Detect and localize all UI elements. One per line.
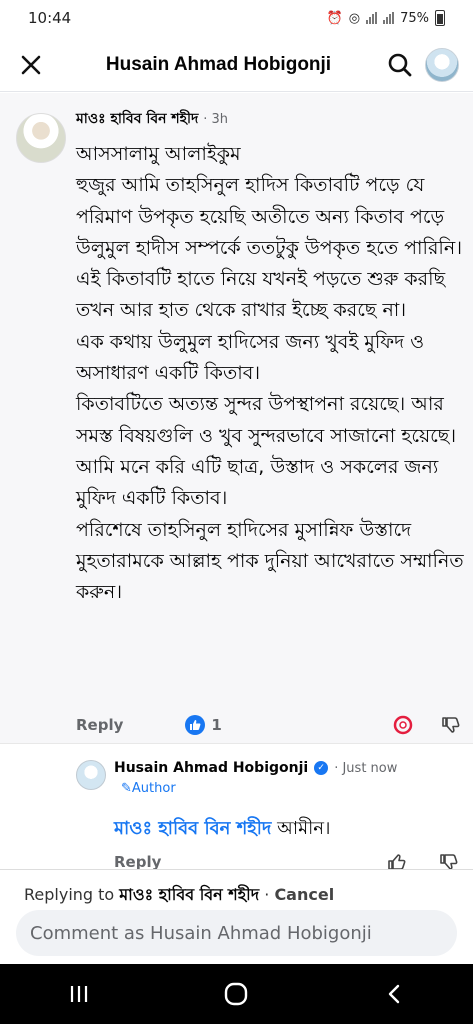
profile-avatar[interactable] [425,47,459,82]
reply-text: মাওঃ হাবিব বিন শহীদ আমীন। [114,814,330,845]
dislike-icon[interactable] [441,715,461,735]
system-nav-bar [0,964,473,1024]
back-icon[interactable] [364,974,424,1014]
replying-to: Replying to মাওঃ হাবিব বিন শহীদ · Cancel [24,882,334,909]
comment-body: আসসালামু আলাইকুম হুজুর আমি তাহসিনুল হাদি… [76,143,464,604]
commenter-avatar[interactable] [16,113,66,163]
signal-2-icon [383,12,395,24]
search-icon[interactable] [387,52,413,78]
author-badge: ✎Author [121,781,176,796]
reply-comment: Husain Ahmad Hobigonji ✓ · Just now ✎Aut… [0,743,473,871]
reply-header: Husain Ahmad Hobigonji ✓ · Just now [114,760,397,776]
recent-apps-icon[interactable] [49,974,109,1014]
clock: 10:44 [28,9,72,27]
hotspot-icon: ◎ [348,10,361,26]
status-icons: ⏰ ◎ 75% [327,10,445,26]
replying-prefix: Replying to [24,885,120,904]
battery-percent: 75% [400,10,429,26]
mention-link[interactable]: মাওঃ হাবিব বিন শহীদ [114,818,271,839]
alarm-icon: ⏰ [326,10,343,26]
reply-body: আমীন। [271,818,331,839]
reply-author-name[interactable]: Husain Ahmad Hobigonji [114,760,308,776]
signal-icon [366,12,378,24]
replying-separator: · [259,885,275,904]
verified-icon: ✓ [314,761,329,775]
reaction-buttons [393,715,461,735]
commenter-name[interactable]: মাওঃ হাবিব বিন শহীদ [76,111,198,127]
reply-composer: Replying to মাওঃ হাবিব বিন শহীদ · Cancel [0,869,473,965]
app-header: Husain Ahmad Hobigonji [0,38,473,92]
comment-time: · 3h [203,112,229,127]
home-icon[interactable] [206,974,266,1014]
like-icon [185,715,206,735]
comment-thread: মাওঃ হাবিব বিন শহীদ · 3h আসসালামু আলাইকু… [0,93,473,871]
page-title: Husain Ahmad Hobigonji [105,53,332,75]
replying-name: মাওঃ হাবিব বিন শহীদ [119,885,260,904]
comment-input[interactable] [16,910,457,956]
close-icon[interactable] [20,54,42,76]
pencil-icon: ✎ [121,781,132,796]
comment-header: মাওঃ হাবিব বিন শহীদ · 3h [76,107,228,131]
battery-icon [435,10,445,26]
status-bar: 10:44 ⏰ ◎ 75% [0,0,473,36]
reply-time: · Just now [334,760,398,776]
reply-author-avatar[interactable] [76,760,106,790]
love-icon[interactable] [393,715,413,735]
comment-actions: Reply 1 [76,713,461,737]
like-count[interactable]: 1 [211,716,221,734]
reply-button[interactable]: Reply [76,716,123,734]
cancel-button[interactable]: Cancel [274,885,334,904]
author-badge-label: Author [131,781,176,796]
